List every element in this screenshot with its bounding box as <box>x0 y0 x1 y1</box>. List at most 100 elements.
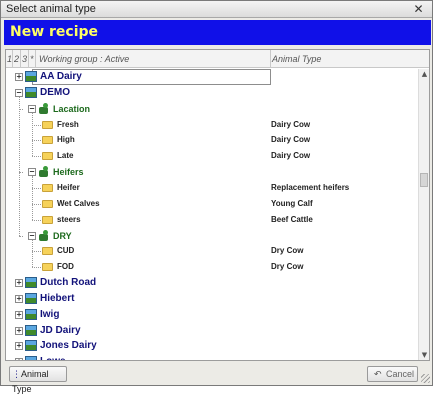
farm-icon <box>25 340 37 351</box>
tree-row-leaf[interactable]: FOD Dry Cow <box>6 259 417 275</box>
tree-node-label: Late <box>57 151 74 160</box>
expand-icon[interactable]: + <box>15 311 23 319</box>
scroll-thumb[interactable] <box>420 173 428 187</box>
vertical-scrollbar[interactable]: ▲ ▼ <box>418 69 429 360</box>
tree-node-label: Lowe <box>40 354 66 360</box>
column-header-animal-type[interactable]: Animal Type <box>271 50 429 68</box>
farm-icon <box>25 309 37 320</box>
tree-row-leaf[interactable]: steers Beef Cattle <box>6 212 417 228</box>
expand-icon[interactable]: + <box>15 279 23 287</box>
tree-node-label: JD Dairy <box>40 325 81 336</box>
folder-icon <box>42 121 53 129</box>
tree-row-top[interactable]: + Lowe <box>6 354 417 360</box>
column-header-1[interactable]: 1 <box>6 50 13 68</box>
column-header-working-group[interactable]: Working group : Active <box>36 50 271 68</box>
tree-row-top[interactable]: + Dutch Road <box>6 275 417 291</box>
tree-connector <box>32 188 41 189</box>
recipe-banner: New recipe <box>4 20 431 45</box>
tree-row-leaf[interactable]: Wet Calves Young Calf <box>6 196 417 212</box>
tree-node-label: Iwig <box>40 309 60 320</box>
tree-row-leaf[interactable]: High Dairy Cow <box>6 132 417 148</box>
tree-guide-lacation <box>32 113 33 156</box>
cancel-button[interactable]: ↶ Cancel <box>367 366 418 382</box>
collapse-icon[interactable]: − <box>28 105 36 113</box>
tree-row-group[interactable]: − DRY <box>6 228 417 244</box>
tree-guide-heifers <box>32 176 33 220</box>
tree-row-group[interactable]: − Lacation <box>6 101 417 117</box>
column-header-2[interactable]: 2 <box>13 50 21 68</box>
expand-icon[interactable]: + <box>15 73 23 81</box>
group-icon <box>38 165 50 178</box>
collapse-icon[interactable]: − <box>15 89 23 97</box>
tree-node-label: CUD <box>57 246 75 255</box>
tree-row-top[interactable]: − DEMO <box>6 85 417 101</box>
tree-node-label: DRY <box>53 231 72 241</box>
tree-guide-dry <box>32 240 33 267</box>
tree-row-top[interactable]: + AA Dairy <box>6 69 417 85</box>
expand-icon[interactable]: + <box>15 342 23 350</box>
folder-icon <box>42 263 53 271</box>
tree-row-group[interactable]: − Heifers <box>6 164 417 180</box>
tree-row-leaf[interactable]: Late Dairy Cow <box>6 148 417 164</box>
group-icon <box>38 229 50 242</box>
expand-icon[interactable]: + <box>15 358 23 360</box>
animal-type-cell: Replacement heifers <box>271 183 350 192</box>
folder-icon <box>42 216 53 224</box>
tree-guide-demo <box>19 97 20 236</box>
grid-header: 1 2 3 * Working group : Active Animal Ty… <box>6 50 429 68</box>
column-header-star[interactable]: * <box>29 50 36 68</box>
folder-icon <box>42 136 53 144</box>
tree-row-top[interactable]: + Iwig <box>6 307 417 323</box>
tree-connector <box>32 267 41 268</box>
close-icon[interactable]: ✕ <box>411 2 426 16</box>
tree-connector <box>32 204 41 205</box>
tree-connector <box>32 125 41 126</box>
expand-icon[interactable]: + <box>15 327 23 335</box>
select-animal-type-dialog: Select animal type ✕ New recipe 1 2 3 * … <box>0 0 433 394</box>
farm-icon <box>25 356 37 360</box>
tree-node-label: AA Dairy <box>40 71 82 82</box>
animal-type-cell: Young Calf <box>271 199 313 208</box>
banner-title: New recipe <box>10 24 99 40</box>
farm-icon <box>25 71 37 82</box>
tree-node-label: Heifers <box>53 167 84 177</box>
tree-node-label: Heifer <box>57 183 80 192</box>
tree-row-top[interactable]: + Jones Dairy <box>6 338 417 354</box>
undo-icon: ↶ <box>374 370 382 380</box>
animal-type-button[interactable]: ⋮Animal Type <box>9 366 67 394</box>
tree-row-top[interactable]: + Hiebert <box>6 291 417 307</box>
animal-type-cell: Dry Cow <box>271 246 304 255</box>
animal-type-cell: Beef Cattle <box>271 215 313 224</box>
tree-node-label: Fresh <box>57 120 79 129</box>
group-icon <box>38 102 50 115</box>
cancel-button-label: Cancel <box>386 369 415 379</box>
tree-row-top[interactable]: + JD Dairy <box>6 323 417 339</box>
folder-icon <box>42 152 53 160</box>
farm-icon <box>25 325 37 336</box>
group-tree: + AA Dairy − DEMO − Lacation Fresh Dairy Cow Hig… <box>6 69 417 360</box>
farm-icon <box>25 293 37 304</box>
scroll-down-icon[interactable]: ▼ <box>419 350 429 360</box>
tree-connector <box>32 251 41 252</box>
tree-node-label: steers <box>57 215 81 224</box>
tree-node-label: FOD <box>57 262 74 271</box>
tree-connector <box>32 156 41 157</box>
expand-icon[interactable]: + <box>15 295 23 303</box>
column-header-3[interactable]: 3 <box>21 50 29 68</box>
farm-icon <box>25 87 37 98</box>
animal-type-cell: Dairy Cow <box>271 135 311 144</box>
collapse-icon[interactable]: − <box>28 168 36 176</box>
scroll-up-icon[interactable]: ▲ <box>419 69 429 80</box>
tree-node-label: Lacation <box>53 104 91 114</box>
window-title: Select animal type <box>6 3 96 15</box>
animal-type-cell: Dry Cow <box>271 262 304 271</box>
tree-node-label: High <box>57 135 75 144</box>
tree-row-leaf[interactable]: Heifer Replacement heifers <box>6 180 417 196</box>
tree-node-label: Hiebert <box>40 293 75 304</box>
tree-row-leaf[interactable]: CUD Dry Cow <box>6 243 417 259</box>
collapse-icon[interactable]: − <box>28 232 36 240</box>
tree-node-label: Jones Dairy <box>40 340 97 351</box>
tree-connector <box>19 236 23 237</box>
tree-row-leaf[interactable]: Fresh Dairy Cow <box>6 117 417 133</box>
resize-grip-icon[interactable] <box>421 374 430 383</box>
